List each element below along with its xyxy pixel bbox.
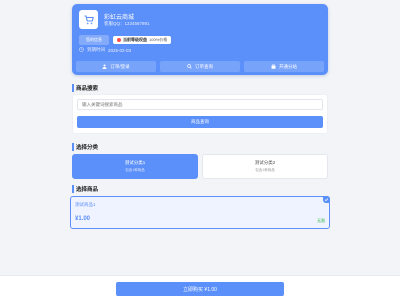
- category-list: 测试分类1 包含1种商品 测试分类2 包含1种商品: [72, 154, 328, 179]
- order-query-label: 订单查询: [195, 63, 213, 69]
- category-name: 测试分类1: [124, 160, 146, 165]
- clock-icon: [79, 47, 84, 53]
- category-name: 测试分类2: [254, 160, 276, 165]
- product-price: ¥1.00: [75, 216, 91, 222]
- login-label: 订单/登录: [110, 63, 130, 69]
- user-icon: [102, 64, 107, 70]
- product-name: 测试商品1: [75, 202, 96, 207]
- category-count: 包含1种商品: [125, 168, 145, 172]
- product-card[interactable]: 测试商品1 ¥1.00 无限: [70, 196, 330, 229]
- vip-dot-icon: [117, 38, 121, 42]
- vip-value: 100%价格: [149, 37, 168, 42]
- product-section-title: 选择商品: [72, 185, 98, 193]
- bottom-bar: 立即购买 ¥1.00: [0, 275, 400, 300]
- bag-icon: [271, 63, 276, 70]
- shop-actions: 订单/登录 订单查询 开通分站: [76, 61, 324, 72]
- vip-badge: 当前等级权益 100%价格: [113, 36, 172, 44]
- open-substation-button[interactable]: 开通分站: [244, 61, 324, 72]
- cart-icon: [79, 10, 98, 29]
- expiry-value: 2025-02-03: [108, 47, 132, 53]
- vip-label: 当前等级权益: [123, 37, 147, 42]
- login-button[interactable]: 订单/登录: [76, 61, 156, 72]
- product-stock: 无限: [317, 218, 325, 223]
- search-button[interactable]: 商品查询: [77, 116, 323, 128]
- search-section-title: 商品搜索: [72, 84, 98, 92]
- category-card-1[interactable]: 测试分类1 包含1种商品: [72, 154, 198, 179]
- category-card-2[interactable]: 测试分类2 包含1种商品: [202, 154, 328, 179]
- shop-qq: 客服QQ：1234567891: [104, 21, 150, 26]
- shop-name: 彩虹云商城: [104, 15, 135, 21]
- expiry-label: 到期时间: [87, 47, 105, 52]
- shop-badges: 您的信息 当前等级权益 100%价格: [79, 35, 172, 45]
- search-icon: [187, 63, 192, 70]
- shop-expiry: 到期时间 2025-02-03: [79, 47, 131, 53]
- category-section-title: 选择分类: [72, 143, 98, 151]
- search-panel: 商品查询: [72, 94, 328, 134]
- shop-info-card: 彩虹云商城 客服QQ：1234567891 您的信息 当前等级权益 100%价格…: [72, 4, 328, 75]
- buy-now-button[interactable]: 立即购买 ¥1.00: [116, 282, 284, 296]
- open-substation-label: 开通分站: [279, 63, 297, 69]
- order-query-button[interactable]: 订单查询: [160, 61, 240, 72]
- check-icon: [323, 196, 330, 203]
- category-count: 包含1种商品: [255, 168, 275, 172]
- search-input[interactable]: [77, 99, 323, 110]
- info-badge[interactable]: 您的信息: [79, 35, 109, 45]
